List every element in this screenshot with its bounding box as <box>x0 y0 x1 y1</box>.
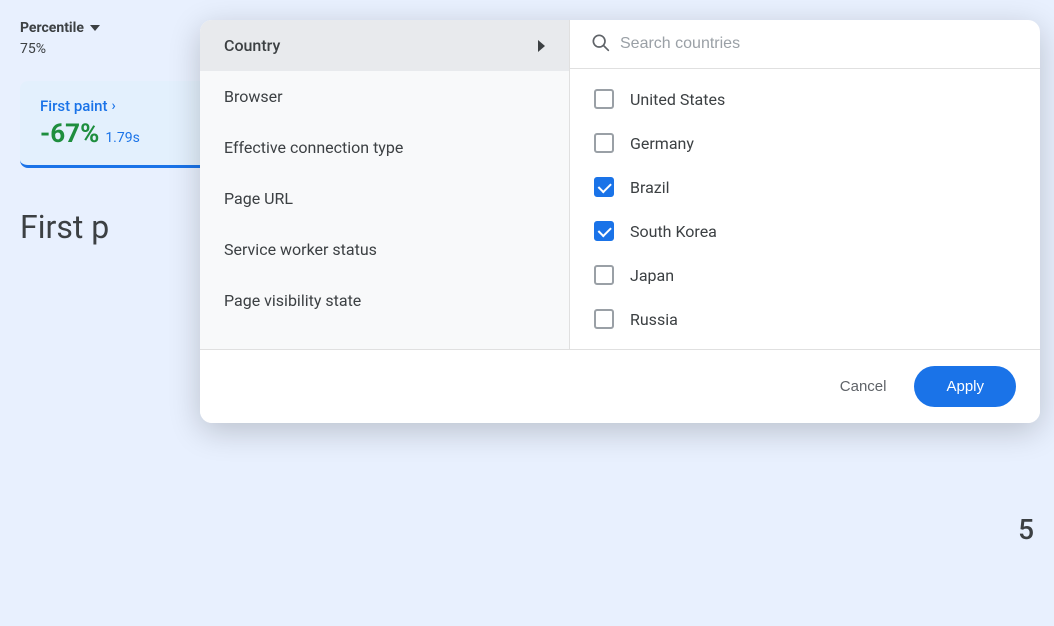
country-item-south-korea[interactable]: South Korea <box>570 209 1040 253</box>
country-checkbox[interactable] <box>594 265 614 285</box>
filter-modal: Country Browser Effective connection type P… <box>200 20 1040 423</box>
menu-item-label: Page URL <box>224 189 293 208</box>
search-icon <box>590 32 610 56</box>
country-name: United States <box>630 90 725 109</box>
menu-item-label: Service worker status <box>224 240 377 259</box>
menu-item-effective-connection-type[interactable]: Effective connection type <box>200 122 569 173</box>
menu-item-country[interactable]: Country <box>200 20 569 71</box>
menu-item-page-url[interactable]: Page URL <box>200 173 569 224</box>
percentile-label: Percentile <box>20 20 84 36</box>
country-item-japan[interactable]: Japan <box>570 253 1040 297</box>
menu-item-label: Country <box>224 36 280 55</box>
country-item-brazil[interactable]: Brazil <box>570 165 1040 209</box>
country-checkbox[interactable] <box>594 309 614 329</box>
country-checkbox[interactable] <box>594 221 614 241</box>
country-name: Brazil <box>630 178 670 197</box>
first-paint-arrow-icon: › <box>112 98 116 114</box>
menu-item-label: Browser <box>224 87 283 106</box>
filter-left-panel: Country Browser Effective connection type P… <box>200 20 570 349</box>
first-paint-change: -67% <box>40 119 99 149</box>
search-input[interactable] <box>620 35 1020 53</box>
country-item-russia[interactable]: Russia <box>570 297 1040 341</box>
country-item-germany[interactable]: Germany <box>570 121 1040 165</box>
country-name: Russia <box>630 310 678 329</box>
first-paint-time: 1.79s <box>105 130 140 146</box>
menu-item-label: Page visibility state <box>224 291 361 310</box>
menu-item-service-worker-status[interactable]: Service worker status <box>200 224 569 275</box>
apply-button[interactable]: Apply <box>914 366 1016 407</box>
country-checkbox[interactable] <box>594 177 614 197</box>
cancel-button[interactable]: Cancel <box>824 368 903 405</box>
percentile-value: 75% <box>20 41 46 57</box>
menu-item-browser[interactable]: Browser <box>200 71 569 122</box>
search-bar <box>570 20 1040 69</box>
modal-body: Country Browser Effective connection type P… <box>200 20 1040 349</box>
country-checkbox[interactable] <box>594 133 614 153</box>
chevron-right-icon <box>538 40 545 52</box>
country-name: Germany <box>630 134 694 153</box>
countries-list: United States Germany Brazil South Korea Jap… <box>570 69 1040 349</box>
num-badge: 5 <box>1018 513 1034 546</box>
first-paint-title-text: First paint <box>40 97 108 115</box>
country-checkbox[interactable] <box>594 89 614 109</box>
country-name: Japan <box>630 266 674 285</box>
menu-item-label: Effective connection type <box>224 138 403 157</box>
country-name: South Korea <box>630 222 717 241</box>
modal-footer: Cancel Apply <box>200 349 1040 423</box>
country-item-united-states[interactable]: United States <box>570 77 1040 121</box>
percentile-chevron-icon <box>90 25 100 31</box>
menu-item-page-visibility-state[interactable]: Page visibility state <box>200 275 569 326</box>
filter-right-panel: United States Germany Brazil South Korea Jap… <box>570 20 1040 349</box>
